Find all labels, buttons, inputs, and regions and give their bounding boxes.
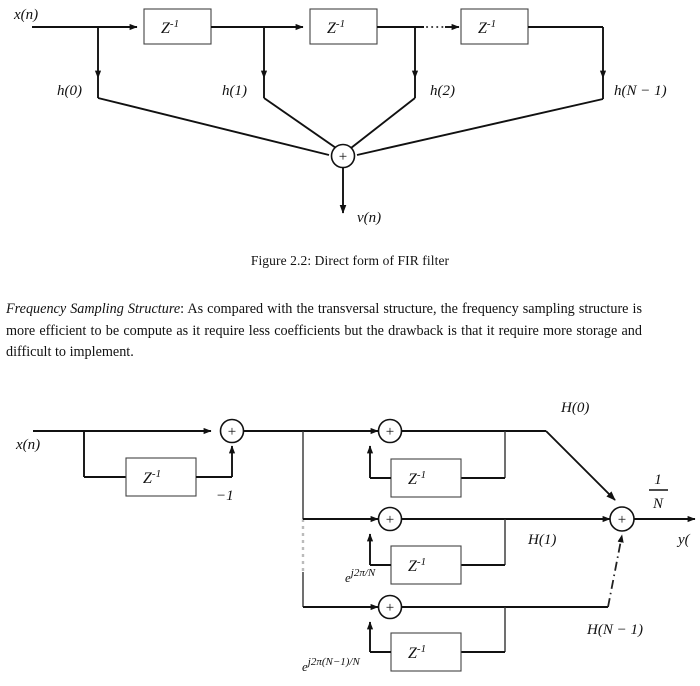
tap-label-h0: h(0) [57,83,82,99]
figure-frequency-sampling: x(n) Z-1 −1 + + Z-1 H(0) + Z-1 H(1) ej2π… [0,392,700,686]
gain-label-1-over-N: 1 N [649,472,668,512]
distribution-bus [244,427,379,611]
resonator-3-adder-plus: + [386,600,394,616]
fs-output-label-yn: y( [676,532,691,548]
resonator-2-adder-plus: + [386,512,394,528]
resonator-3-feedback-coefficient: ej2π(N−1)/N [302,656,360,674]
tap-label-hN1: h(N − 1) [614,83,667,99]
comb-delay-block: Z-1 [125,457,197,497]
resonator-2: + Z-1 [366,506,611,585]
comb-coefficient-label: −1 [216,488,234,504]
tap-label-h1: h(1) [222,83,247,99]
gain-numerator: 1 [654,472,662,488]
resonator-2-tap-label-H1: H(1) [527,532,556,548]
resonator-1-delay-exp: -1 [417,469,426,481]
output-label-vn: v(n) [357,210,381,226]
resonator-1: + Z-1 [366,418,616,501]
comb-adder: + [219,418,245,444]
page: x(n) h(0) Z-1 h(1) Z-1 h(2) Z-1 h(N − 1)… [0,0,700,686]
figure-caption: Figure 2.2: Direct form of FIR filter [250,253,450,268]
summation-node: + [330,143,356,169]
resonator-3-delay-exp: -1 [417,643,426,655]
tap-last-branch [528,26,607,99]
delay-3-exp: -1 [487,18,496,30]
figure-direct-form: x(n) h(0) Z-1 h(1) Z-1 h(2) Z-1 h(N − 1)… [0,0,700,250]
comb-delay-exp: -1 [152,468,161,480]
delay-block-3: Z-1 [460,8,529,45]
comb-adder-plus: + [228,424,236,440]
delay-2-exp: -1 [336,18,345,30]
delay-block-1: Z-1 [143,8,212,45]
res2-coef-exp: j2π/N [349,567,376,579]
tap-label-h2: h(2) [430,83,455,99]
body-paragraph: Frequency Sampling Structure: As compare… [6,299,642,364]
resonator-3-tap-label-HN1: H(N − 1) [586,622,643,638]
summation-plus-symbol: + [339,149,347,165]
fs-input-label-xn: x(n) [15,437,40,453]
resonator-2-feedback-coefficient: ej2π/N [345,567,376,585]
output-adder-plus: + [618,512,626,528]
gain-denominator: N [652,496,664,512]
comb-branch [83,431,126,478]
comb-return-wire [196,445,236,478]
resonator-1-adder-plus: + [386,424,394,440]
delay-block-2: Z-1 [309,8,378,45]
input-label-xn: x(n) [13,7,38,23]
paragraph-lead-term: Frequency Sampling Structure [6,301,181,318]
resonator-2-delay-exp: -1 [417,556,426,568]
delay-1-exp: -1 [170,18,179,30]
res3-coef-exp: j2π(N−1)/N [306,656,361,668]
resonator-1-tap-label-H0: H(0) [560,400,589,416]
